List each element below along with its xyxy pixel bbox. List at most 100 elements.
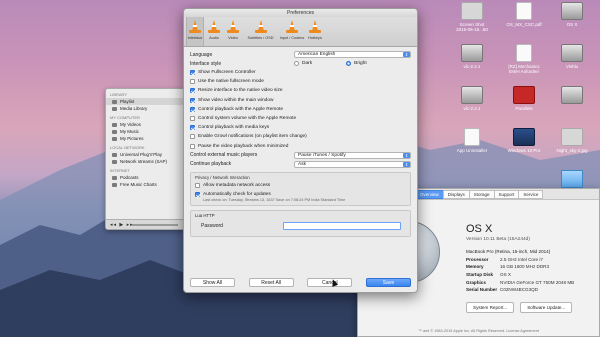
chevron-updown-icon: ⇕ <box>403 52 410 57</box>
preference-checkbox[interactable]: Use the native fullscreen mode <box>190 77 411 86</box>
preference-checkbox[interactable]: Resize interface to the native video siz… <box>190 86 411 95</box>
seek-bar[interactable] <box>132 224 178 226</box>
desktop-icon-label: Parallels <box>515 106 533 111</box>
desktop-icon[interactable]: OS X <box>550 2 594 27</box>
sidebar-section-header: MY COMPUTER <box>110 115 140 120</box>
tab-storage[interactable]: Storage <box>468 189 495 199</box>
preference-checkbox[interactable]: Enable Growl notifications (on playlist … <box>190 132 411 141</box>
transport-controls[interactable]: ◂◂ ▶ ▸▸ <box>110 222 134 228</box>
folder-icon <box>112 106 117 111</box>
spec-list: MacBook Pro (Retina, 15-inch, Mid 2014) P… <box>466 248 598 294</box>
desktop-icon[interactable]: [RZ] Mechanics EWH Anforderi <box>502 44 546 74</box>
preference-checkbox[interactable]: Control system volume with the Apple Rem… <box>190 114 411 123</box>
drive-icon <box>461 86 483 104</box>
interface-checkboxes: Show Fullscreen Controller Use the native… <box>190 68 411 151</box>
language-label: Language <box>190 51 213 58</box>
sidebar-item[interactable]: Playlist <box>106 98 184 105</box>
chevron-updown-icon: ⇕ <box>403 152 410 158</box>
shot-icon <box>461 2 483 20</box>
doc-icon <box>516 2 532 20</box>
tab-service[interactable]: Service <box>518 189 544 199</box>
lua-http-title: Lua HTTP <box>195 213 215 219</box>
desktop-icon-label: vlc-2.2.1 <box>463 106 481 111</box>
continue-playback-select[interactable]: Ask ⇕ <box>294 160 411 168</box>
sidebar-item[interactable]: My Videos <box>106 121 184 128</box>
vlc-cone-icon <box>309 20 321 34</box>
desktop-icon-label: Vishlu <box>565 64 579 69</box>
style-dark-radio[interactable]: Dark <box>294 61 312 66</box>
desktop-icon[interactable]: Screen Shot 2015-06-16...50 <box>450 2 494 32</box>
tab-interface[interactable]: Interface <box>186 17 204 46</box>
folder-icon <box>112 136 117 141</box>
chevron-updown-icon: ⇕ <box>403 161 410 167</box>
save-button[interactable]: Save <box>365 278 411 287</box>
reset-all-button[interactable]: Reset All <box>248 278 294 287</box>
desktop-icon[interactable]: App Uninstaller <box>450 128 494 153</box>
tab-displays[interactable]: Displays <box>442 189 470 199</box>
spec-row: Startup Disk OS X <box>466 272 511 278</box>
preference-checkbox[interactable]: Show Fullscreen Controller <box>190 68 411 77</box>
win-icon <box>513 128 535 146</box>
preference-checkbox[interactable]: Control playback with media keys <box>190 123 411 132</box>
vlc-cone-icon <box>189 20 201 34</box>
password-field[interactable] <box>283 222 401 231</box>
desktop-icon-label: vlc-2.2.1 <box>463 64 481 69</box>
vlc-playlist-window: LIBRARY Playlist Media Library MY COMPUTER M… <box>105 88 185 230</box>
tab-hotkeys[interactable]: Hotkeys <box>306 17 324 46</box>
desktop-icon[interactable]: Windows 10 Pro <box>502 128 546 153</box>
language-select[interactable]: American English ⇕ <box>294 51 411 58</box>
vlc-cone-icon <box>254 20 267 34</box>
drive-icon <box>561 44 583 62</box>
preference-checkbox[interactable]: Control playback with the Apple Remote <box>190 105 411 114</box>
spec-row: MacBook Pro (Retina, 15-inch, Mid 2014) <box>466 249 551 255</box>
desktop-icon[interactable]: vlc-2.2.1 <box>450 86 494 111</box>
tab-video[interactable]: Video <box>224 17 242 46</box>
privacy-group: Privacy / Network Interaction Allow meta… <box>190 171 411 207</box>
privacy-title: Privacy / Network Interaction <box>195 174 250 180</box>
folder-icon <box>112 159 117 164</box>
continue-playback-label: Continue playback <box>190 161 232 168</box>
folder-icon <box>112 122 117 127</box>
window-title: Preferences <box>184 9 417 17</box>
show-all-button[interactable]: Show All <box>190 278 235 287</box>
allow-metadata-checkbox[interactable]: Allow metadata network access <box>195 181 406 190</box>
desktop-icon[interactable] <box>550 86 594 106</box>
doc-icon <box>516 44 532 62</box>
folder-icon <box>112 175 117 180</box>
folder-icon <box>112 182 117 187</box>
folder-icon <box>561 170 583 188</box>
desktop-icon[interactable]: Night_sky-2.jpg <box>550 128 594 153</box>
desktop-icon-label: Windows 10 Pro <box>507 148 541 153</box>
sidebar-item[interactable]: Universal Plug'n'Play <box>106 151 184 158</box>
sidebar-item[interactable]: My Music <box>106 128 184 135</box>
desktop-icon-label: Night_sky-2.jpg <box>556 148 588 153</box>
sidebar-item[interactable]: My Pictures <box>106 135 184 142</box>
tab-subtitles-osd[interactable]: Subtitles / OSD <box>243 17 278 46</box>
vlc-cone-icon <box>208 20 220 34</box>
tab-audio[interactable]: Audio <box>205 17 223 46</box>
sidebar-item[interactable]: Media Library <box>106 105 184 112</box>
desktop-icon[interactable]: vlc-2.2.1 <box>450 44 494 69</box>
preference-checkbox[interactable]: Pause the video playback when minimized <box>190 142 411 151</box>
drive-icon <box>561 86 583 104</box>
system-report-button[interactable]: System Report... <box>466 302 515 313</box>
desktop-icon[interactable]: Parallels <box>502 86 546 111</box>
style-bright-radio[interactable]: Bright <box>346 61 367 66</box>
tab-overview[interactable]: Overview <box>415 189 444 199</box>
os-version: Version 10.11 Beta (15A244d) <box>466 237 530 242</box>
control-music-select[interactable]: Pause iTunes / Spotify ⇕ <box>294 151 411 159</box>
desktop-icon[interactable]: Vishlu <box>550 44 594 69</box>
sidebar-item[interactable]: Free Music Charts <box>106 181 184 188</box>
password-label: Password <box>201 223 223 230</box>
preference-checkbox[interactable]: Show video within the main window <box>190 96 411 105</box>
os-name: OS X <box>466 223 493 235</box>
spec-row: Graphics NVIDIA GeForce GT 750M 2048 MB <box>466 279 575 285</box>
sidebar-item[interactable]: Network streams (SAP) <box>106 158 184 165</box>
software-update-button[interactable]: Software Update... <box>520 302 573 313</box>
preferences-toolbar: Interface Audio Video Subtitles / OSD Input … <box>184 17 417 47</box>
tab-input-codecs[interactable]: Input / Codecs <box>279 17 305 46</box>
desktop-icon[interactable]: OS_MX_CSC.pdf <box>502 2 546 27</box>
desktop-icon-label: OS X <box>566 22 578 27</box>
tab-support[interactable]: Support <box>493 189 520 199</box>
sidebar-item[interactable]: Podcasts <box>106 174 184 181</box>
